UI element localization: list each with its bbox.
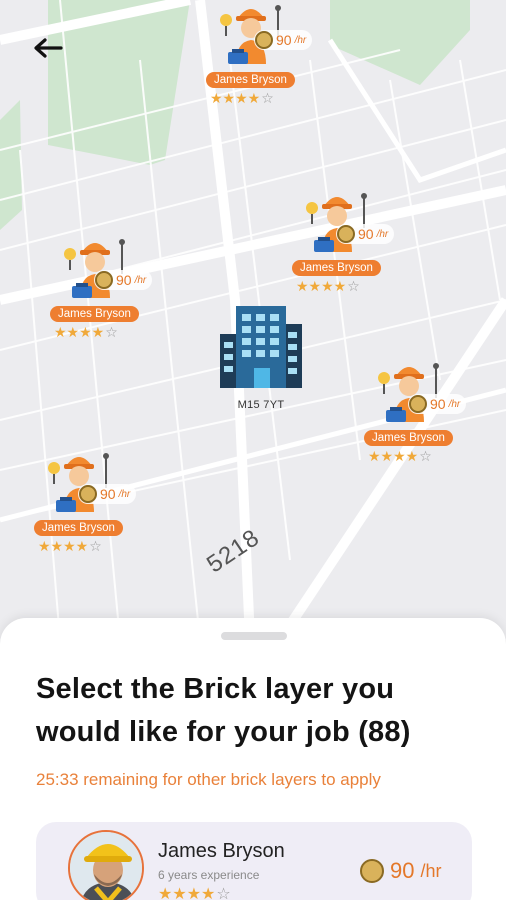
star-icon: ☆ — [89, 538, 102, 554]
rate-value: 90 — [116, 272, 132, 288]
experience-text: 6 years experience — [158, 868, 260, 882]
coin-icon — [95, 271, 113, 289]
rate-unit: /hr — [376, 228, 389, 240]
bottom-sheet[interactable]: Select the Brick layer you would like fo… — [0, 618, 506, 900]
coin-icon — [360, 859, 384, 883]
rate-unit: /hr — [420, 860, 442, 881]
worker-photo-avatar — [68, 830, 144, 900]
worker-marker[interactable]: 90 /hr James Bryson ★★★★ ☆ — [206, 0, 326, 105]
star-icon: ☆ — [419, 448, 432, 464]
star-icon: ☆ — [347, 278, 360, 294]
star-icon: ★★★★ — [368, 448, 419, 464]
worker-avatar-icon — [374, 352, 444, 433]
worker-avatar-icon — [44, 442, 114, 523]
rate-unit: /hr — [294, 34, 307, 46]
star-rating: ★★★★ ☆ — [296, 279, 412, 293]
star-icon: ★★★★ — [210, 90, 261, 106]
star-icon: ★★★★ — [38, 538, 89, 554]
worker-name: James Bryson — [158, 840, 285, 862]
rate-value: 90 — [276, 32, 292, 48]
star-icon: ★★★★ — [296, 278, 347, 294]
star-icon: ☆ — [105, 324, 118, 340]
coin-icon — [255, 31, 273, 49]
worker-avatar-icon — [302, 182, 372, 263]
star-icon: ★★★★ — [158, 886, 216, 900]
worker-marker[interactable]: 90 /hr James Bryson ★★★★ ☆ — [292, 180, 412, 293]
rate-value: 90 — [430, 396, 446, 412]
rate-unit: /hr — [448, 398, 461, 410]
rate-chip: 90 /hr — [336, 224, 395, 244]
hourly-rate: 90 /hr — [360, 858, 442, 884]
worker-avatar-icon — [60, 228, 130, 309]
rate-value: 90 — [358, 226, 374, 242]
building-icon — [220, 306, 302, 388]
remaining-time-text: 25:33 remaining for other brick layers t… — [36, 770, 381, 789]
rate-chip: 90 /hr — [94, 270, 153, 290]
rate-unit: /hr — [134, 274, 147, 286]
rate-chip: 90 /hr — [254, 30, 313, 50]
rate-unit: /hr — [118, 488, 131, 500]
worker-marker[interactable]: 90 /hr James Bryson ★★★★ ☆ — [34, 440, 154, 553]
worker-marker[interactable]: 90 /hr James Bryson ★★★★ ☆ — [364, 350, 484, 463]
rate-value: 90 — [390, 858, 415, 883]
back-button[interactable] — [26, 28, 70, 68]
star-rating: ★★★★ ☆ — [38, 539, 154, 553]
rate-value: 90 — [100, 486, 116, 502]
star-rating: ★★★★ ☆ — [54, 325, 170, 339]
coin-icon — [337, 225, 355, 243]
worker-card[interactable]: James Bryson 6 years experience ★★★★ ☆ 90… — [36, 822, 472, 900]
map-view[interactable]: M15 7YT 5218 90 /hr James Bryson ★★★★ ☆ … — [0, 0, 506, 640]
job-site-marker[interactable]: M15 7YT — [216, 304, 306, 411]
rate-chip: 90 /hr — [408, 394, 467, 414]
star-rating: ★★★★ ☆ — [368, 449, 484, 463]
drag-handle[interactable] — [221, 632, 287, 640]
worker-photo-icon — [70, 832, 142, 900]
worker-marker[interactable]: 90 /hr James Bryson ★★★★ ☆ — [50, 226, 170, 339]
arrow-left-icon — [34, 38, 63, 58]
star-rating: ★★★★ ☆ — [210, 91, 326, 105]
coin-icon — [79, 485, 97, 503]
coin-icon — [409, 395, 427, 413]
star-icon: ★★★★ — [54, 324, 105, 340]
site-postcode-label: M15 7YT — [237, 399, 285, 411]
sheet-title: Select the Brick layer you would like fo… — [36, 673, 411, 748]
star-icon: ☆ — [216, 886, 231, 900]
rate-chip: 90 /hr — [78, 484, 137, 504]
star-icon: ☆ — [261, 90, 274, 106]
star-rating: ★★★★ ☆ — [158, 884, 231, 900]
